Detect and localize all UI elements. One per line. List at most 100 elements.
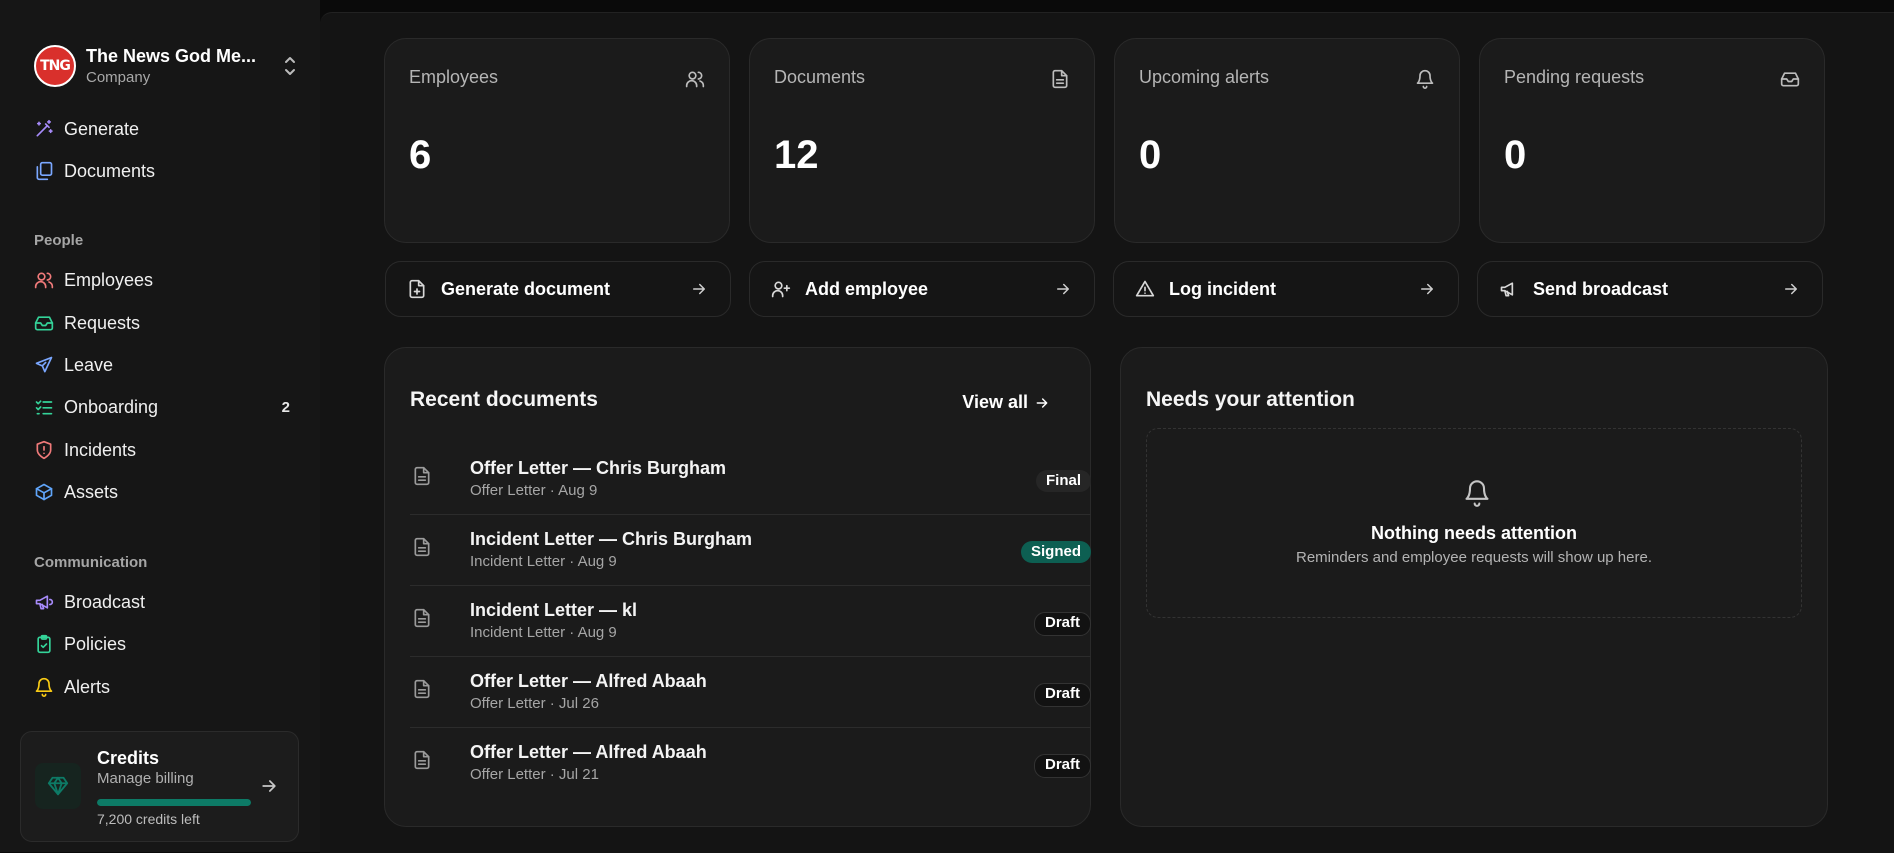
file-icon <box>412 537 432 557</box>
nav-label: Broadcast <box>64 591 146 612</box>
generate-document-button[interactable]: Generate document <box>385 261 731 317</box>
document-row[interactable]: Incident Letter — kl Incident Letter · A… <box>410 586 1091 657</box>
nav-label: Employees <box>64 269 154 290</box>
clipboard-check-icon <box>34 634 54 654</box>
file-icon <box>412 608 432 628</box>
stat-card-upcoming-alerts[interactable]: Upcoming alerts 0 <box>1114 38 1460 243</box>
manage-billing-link[interactable]: Manage billing <box>97 770 194 787</box>
credits-progress-fill <box>97 799 251 806</box>
stat-value: 0 <box>1139 133 1162 177</box>
chevron-up-down-icon <box>280 52 300 80</box>
arrow-right-icon <box>1782 280 1800 298</box>
document-meta: Incident Letter · Aug 9 <box>470 553 617 570</box>
nav-item-policies[interactable]: Policies <box>34 628 290 660</box>
onboarding-count-badge: 2 <box>281 398 290 416</box>
nav-label: Assets <box>64 481 119 502</box>
stat-value: 0 <box>1504 133 1527 177</box>
section-label-people: People <box>34 232 84 249</box>
users-icon <box>685 69 705 89</box>
checklist-icon <box>34 397 54 417</box>
file-icon <box>1050 69 1070 89</box>
document-row[interactable]: Offer Letter — Alfred Abaah Offer Letter… <box>410 728 1091 798</box>
nav-label: Incidents <box>64 439 137 460</box>
file-icon <box>412 679 432 699</box>
nav-item-leave[interactable]: Leave <box>34 349 290 381</box>
credits-remaining: 7,200 credits left <box>97 811 200 827</box>
file-plus-icon <box>407 279 427 299</box>
credits-card[interactable]: Credits Manage billing 7,200 credits lef… <box>20 731 299 842</box>
document-meta: Offer Letter · Aug 9 <box>470 482 598 499</box>
nav-item-employees[interactable]: Employees <box>34 264 290 296</box>
status-badge: Signed <box>1020 541 1091 563</box>
document-title: Offer Letter — Alfred Abaah <box>470 671 707 691</box>
company-name: The News God Me... <box>86 46 257 66</box>
nav-label: Policies <box>64 633 127 654</box>
stat-value: 12 <box>774 133 819 177</box>
stat-label: Documents <box>774 67 866 87</box>
section-label-communication: Communication <box>34 554 148 571</box>
add-employee-button[interactable]: Add employee <box>749 261 1095 317</box>
action-label: Log incident <box>1169 278 1276 299</box>
attention-panel: Needs your attention Nothing needs atten… <box>1120 347 1828 827</box>
nav-item-onboarding[interactable]: Onboarding 2 <box>34 391 290 423</box>
company-type: Company <box>86 69 151 86</box>
magic-wand-icon <box>34 119 54 139</box>
user-plus-icon <box>771 279 791 299</box>
document-title: Offer Letter — Chris Burgham <box>470 458 727 478</box>
box-icon <box>34 482 54 502</box>
action-label: Add employee <box>805 278 929 299</box>
nav-label: Onboarding <box>64 396 159 417</box>
inbox-icon <box>34 313 54 333</box>
bell-icon <box>1463 479 1491 507</box>
document-title: Incident Letter — kl <box>470 600 638 620</box>
empty-state-title: Nothing needs attention <box>1371 523 1577 543</box>
view-all-link[interactable]: View all <box>962 392 1050 413</box>
document-title: Incident Letter — Chris Burgham <box>470 529 753 549</box>
nav-item-incidents[interactable]: Incidents <box>34 434 290 466</box>
company-switcher[interactable]: TNG The News God Me... Company <box>34 40 300 92</box>
nav-item-alerts[interactable]: Alerts <box>34 671 290 703</box>
stat-label: Employees <box>409 67 499 87</box>
stat-label: Upcoming alerts <box>1139 67 1270 87</box>
status-badge: Final <box>1035 470 1091 492</box>
nav-item-documents[interactable]: Documents <box>34 155 290 187</box>
document-row[interactable]: Offer Letter — Chris Burgham Offer Lette… <box>410 444 1091 515</box>
panel-title: Needs your attention <box>1146 388 1355 411</box>
megaphone-icon <box>1499 279 1519 299</box>
document-row[interactable]: Incident Letter — Chris Burgham Incident… <box>410 515 1091 586</box>
log-incident-button[interactable]: Log incident <box>1113 261 1459 317</box>
nav-item-assets[interactable]: Assets <box>34 476 290 508</box>
document-title: Offer Letter — Alfred Abaah <box>470 742 707 762</box>
warning-icon <box>1135 279 1155 299</box>
nav-label: Alerts <box>64 676 111 697</box>
main-content: Employees 6 Documents 12 Upcoming alerts… <box>320 12 1894 853</box>
nav-item-generate[interactable]: Generate <box>34 113 290 145</box>
bell-icon <box>34 677 54 697</box>
credits-title: Credits <box>97 748 160 768</box>
gem-icon <box>35 763 81 809</box>
users-icon <box>34 270 54 290</box>
nav-label: Requests <box>64 312 141 333</box>
file-icon <box>412 750 432 770</box>
send-broadcast-button[interactable]: Send broadcast <box>1477 261 1823 317</box>
nav-item-requests[interactable]: Requests <box>34 307 290 339</box>
stat-card-employees[interactable]: Employees 6 <box>384 38 730 243</box>
view-all-label: View all <box>962 392 1028 412</box>
stat-card-documents[interactable]: Documents 12 <box>749 38 1095 243</box>
arrow-right-icon <box>1054 280 1072 298</box>
nav-label: Generate <box>64 118 140 139</box>
document-row[interactable]: Offer Letter — Alfred Abaah Offer Letter… <box>410 657 1091 728</box>
status-badge: Draft <box>1033 754 1091 778</box>
credits-progress-bar <box>97 799 251 806</box>
stat-label: Pending requests <box>1504 67 1645 87</box>
documents-icon <box>34 161 54 181</box>
stat-card-pending-requests[interactable]: Pending requests 0 <box>1479 38 1825 243</box>
nav-item-broadcast[interactable]: Broadcast <box>34 586 290 618</box>
empty-state: Nothing needs attention Reminders and em… <box>1146 428 1802 618</box>
megaphone-icon <box>34 592 54 612</box>
action-label: Send broadcast <box>1533 278 1669 299</box>
company-logo: TNG <box>34 45 76 87</box>
file-icon <box>412 466 432 486</box>
recent-documents-panel: Recent documents View all Offer Letter —… <box>384 347 1091 827</box>
shield-alert-icon <box>34 440 54 460</box>
